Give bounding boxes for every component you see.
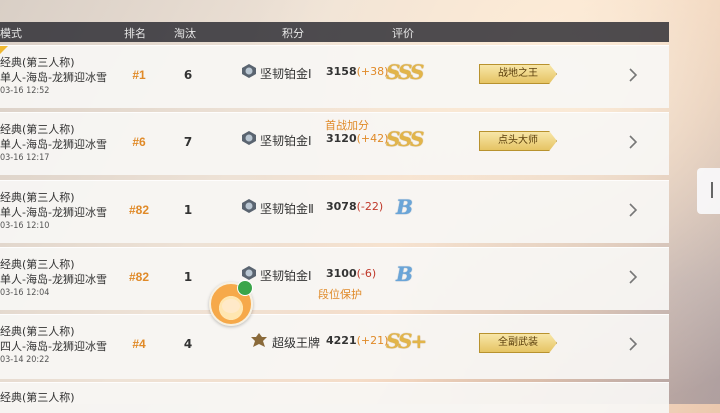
rank-value: #82 — [128, 270, 150, 284]
header-score: 积分 — [282, 27, 304, 40]
elim-value: 1 — [183, 203, 193, 217]
score-value: 3158(+38) — [326, 65, 388, 78]
elim-value: 1 — [183, 270, 193, 284]
header-rating: 评价 — [392, 27, 414, 40]
mode-name: 经典(第三人称) — [0, 56, 75, 69]
mode-name: 经典(第三人称) — [0, 258, 75, 271]
rank-protection-note: 段位保护 — [318, 288, 362, 301]
table-row[interactable]: 经典(第三人称) 四人-海岛-龙狮迎冰雪 03-14 20:22 #4 4 超级… — [0, 314, 669, 379]
mode-name: 经典(第三人称) — [0, 123, 75, 136]
score-number: 3100 — [326, 267, 357, 280]
map-name: 单人-海岛-龙狮迎冰雪 — [0, 71, 107, 84]
row-marker — [0, 46, 8, 54]
mode-name: 经典(第三人称) — [0, 391, 75, 404]
tier-name: 坚韧铂金Ⅰ — [260, 67, 312, 81]
voice-avatar[interactable] — [209, 280, 253, 326]
header-rank: 排名 — [124, 27, 146, 40]
table-row[interactable]: 经典(第三人称) — [0, 382, 669, 413]
platinum-tier-icon — [242, 131, 256, 145]
table-row[interactable]: 经典(第三人称) 单人-海岛-龙狮迎冰雪 03-16 12:17 #6 7 坚韧… — [0, 112, 669, 175]
table-row[interactable]: 经典(第三人称) 单人-海岛-龙狮迎冰雪 03-16 12:52 #1 6 坚韧… — [0, 45, 669, 108]
score-value: 4221(+21) — [326, 334, 388, 347]
chevron-right-icon[interactable] — [627, 335, 639, 353]
chevron-right-icon[interactable] — [627, 268, 639, 286]
map-name: 单人-海岛-龙狮迎冰雪 — [0, 273, 107, 286]
score-value: 3100(-6) — [326, 267, 376, 280]
achievement-badge: 点头大师 — [479, 131, 557, 151]
match-time: 03-14 20:22 — [0, 355, 50, 365]
chevron-right-icon[interactable] — [627, 66, 639, 84]
tier-name: 坚韧铂金Ⅰ — [260, 134, 312, 148]
ace-tier-icon — [251, 333, 267, 347]
table-row[interactable]: 经典(第三人称) 单人-海岛-龙狮迎冰雪 03-16 12:04 #82 1 坚… — [0, 247, 669, 310]
mode-name: 经典(第三人称) — [0, 191, 75, 204]
grade-rating: B — [396, 195, 413, 219]
header-elim: 淘汰 — [174, 27, 196, 40]
table-header: 模式 排名 淘汰 积分 评价 — [0, 22, 669, 42]
match-time: 03-16 12:52 — [0, 86, 50, 96]
match-time: 03-16 12:17 — [0, 153, 50, 163]
score-delta: (+38) — [356, 65, 389, 78]
first-match-bonus-note: 首战加分 — [325, 119, 369, 132]
score-delta: (-22) — [356, 200, 384, 213]
map-name: 四人-海岛-龙狮迎冰雪 — [0, 340, 107, 353]
table-row[interactable]: 经典(第三人称) 单人-海岛-龙狮迎冰雪 03-16 12:10 #82 1 坚… — [0, 180, 669, 243]
grade-rating: B — [396, 262, 413, 286]
header-mode: 模式 — [0, 27, 22, 40]
score-value: 3120(+42) — [326, 132, 388, 145]
rank-value: #82 — [128, 203, 150, 217]
achievement-badge: 战地之王 — [479, 64, 557, 84]
rank-value: #6 — [132, 135, 146, 149]
platinum-tier-icon — [242, 266, 256, 280]
side-drawer-tab[interactable] — [697, 168, 720, 214]
drawer-handle-icon — [711, 182, 713, 198]
rank-value: #1 — [132, 68, 146, 82]
score-number: 4221 — [326, 334, 357, 347]
elim-value: 7 — [183, 135, 193, 149]
grade-rating: SSS — [386, 60, 424, 84]
chevron-right-icon[interactable] — [627, 201, 639, 219]
avatar-face — [222, 299, 240, 313]
tier-name: 超级王牌 — [272, 336, 321, 350]
score-delta: (+21) — [356, 334, 389, 347]
achievement-badge: 全副武装 — [479, 333, 557, 353]
elim-value: 6 — [183, 68, 193, 82]
map-name: 单人-海岛-龙狮迎冰雪 — [0, 138, 107, 151]
elim-value: 4 — [183, 337, 193, 351]
platinum-tier-icon — [242, 64, 256, 78]
chevron-right-icon[interactable] — [627, 133, 639, 151]
score-value: 3078(-22) — [326, 200, 383, 213]
score-number: 3078 — [326, 200, 357, 213]
wifi-icon — [237, 280, 253, 296]
score-number: 3158 — [326, 65, 357, 78]
tier-name: 坚韧铂金Ⅰ — [260, 269, 312, 283]
tier-name: 坚韧铂金Ⅱ — [260, 202, 314, 216]
score-delta: (-6) — [356, 267, 377, 280]
mode-name: 经典(第三人称) — [0, 325, 75, 338]
score-delta: (+42) — [356, 132, 389, 145]
match-history-panel: 模式 排名 淘汰 积分 评价 经典(第三人称) 单人-海岛-龙狮迎冰雪 03-1… — [0, 22, 669, 413]
platinum-tier-icon — [242, 199, 256, 213]
match-time: 03-16 12:10 — [0, 221, 50, 231]
grade-rating: SS+ — [386, 329, 427, 353]
rank-value: #4 — [132, 337, 146, 351]
grade-rating: SSS — [386, 127, 424, 151]
match-time: 03-16 12:04 — [0, 288, 50, 298]
score-number: 3120 — [326, 132, 357, 145]
map-name: 单人-海岛-龙狮迎冰雪 — [0, 206, 107, 219]
